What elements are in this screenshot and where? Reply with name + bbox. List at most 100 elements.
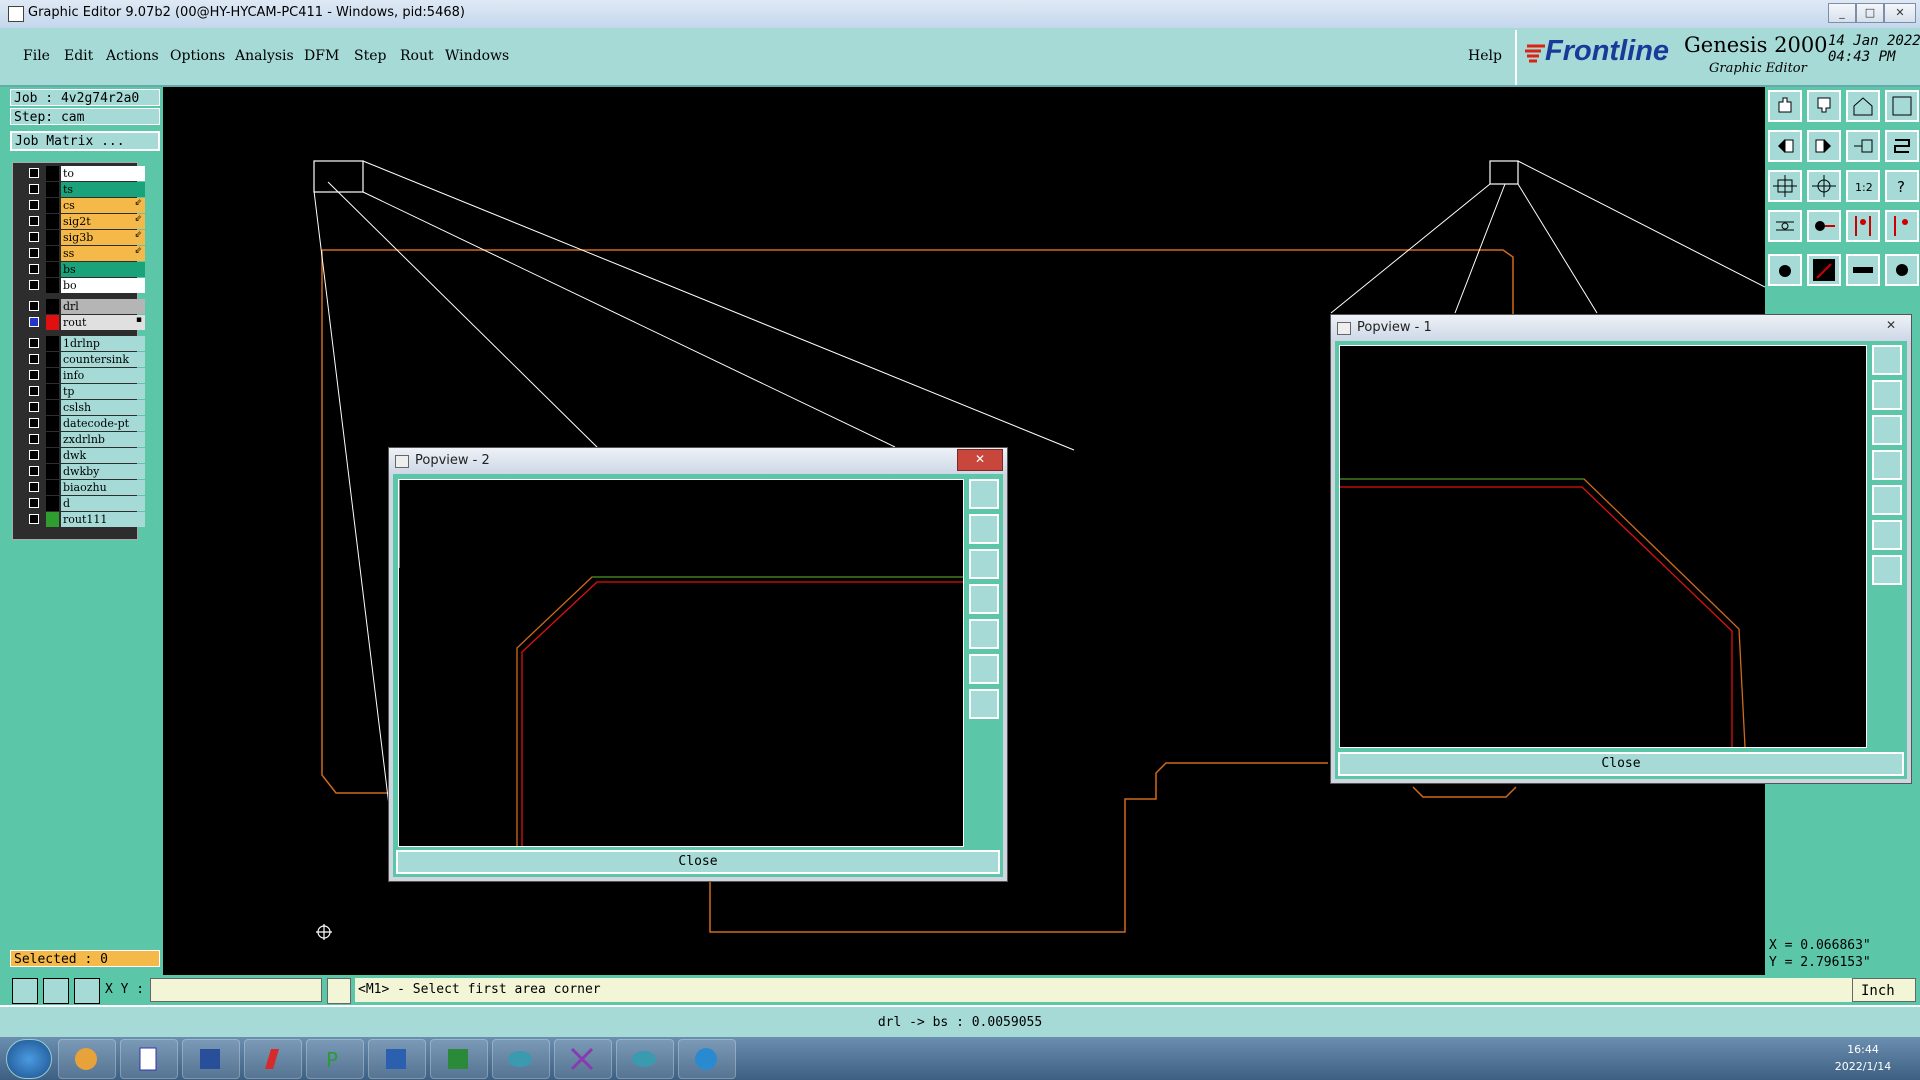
layer-checkbox[interactable] [29,168,39,178]
layer-row-datecode-pt[interactable]: datecode-pt [27,416,145,431]
popview-1-zoom-out-icon[interactable] [1872,555,1902,585]
scale-1-2-icon[interactable]: 1:2 [1846,170,1880,202]
popview-1-close-x-icon[interactable]: ✕ [1877,316,1905,334]
layer-row-ts[interactable]: ts [27,182,145,197]
layer-checkbox[interactable] [29,386,39,396]
minimize-button[interactable]: _ [1828,3,1856,23]
help-query-icon[interactable]: ? [1885,170,1919,202]
taskbar-viewer-icon[interactable] [492,1039,550,1079]
taskbar-excel-icon[interactable] [430,1039,488,1079]
connector-icon[interactable] [1846,254,1880,286]
popview-2-zoom-window-icon[interactable] [969,479,999,509]
layer-checkbox[interactable] [29,280,39,290]
popview-1-pan-right-icon[interactable] [1872,485,1902,515]
menu-options[interactable]: Options [170,48,225,64]
popview-2-close-x-icon[interactable]: ✕ [957,449,1003,471]
taskbar-viewer2-icon[interactable] [616,1039,674,1079]
taskbar-genesis-icon[interactable] [58,1039,116,1079]
job-matrix-button[interactable]: Job Matrix ... [10,131,160,151]
popview-1-zoom-up-icon[interactable] [1872,380,1902,410]
layer-row-dwk[interactable]: dwk [27,448,145,463]
layer-checkbox[interactable] [29,370,39,380]
taskbar-p-app-icon[interactable]: P [306,1039,364,1079]
layer-checkbox[interactable] [29,466,39,476]
house-icon[interactable] [1846,90,1880,122]
popview-2-canvas[interactable] [398,475,964,847]
taskbar-word-icon[interactable] [368,1039,426,1079]
layer-checkbox[interactable] [29,301,39,311]
layer-row-cs[interactable]: cs ⇙ [27,198,145,213]
maximize-button[interactable]: □ [1856,3,1884,23]
layer-row-rout111[interactable]: rout111 [27,512,145,527]
drill-icon[interactable] [1807,254,1841,286]
layer-checkbox[interactable] [29,514,39,524]
popview-1-pan-left-icon[interactable] [1872,450,1902,480]
pan-right-icon[interactable] [1807,130,1841,162]
taskbar-notepad-icon[interactable] [120,1039,178,1079]
start-button-icon[interactable] [6,1039,52,1079]
unit-select[interactable]: Inch [1852,978,1916,1002]
layer-row-d[interactable]: d [27,496,145,511]
popview-1-canvas[interactable] [1339,345,1867,748]
layer-row-tp[interactable]: tp [27,384,145,399]
layer-checkbox[interactable] [29,232,39,242]
taskbar-x-app-icon[interactable] [554,1039,612,1079]
zoom-center-icon[interactable] [1807,170,1841,202]
menu-analysis[interactable]: Analysis [235,48,294,64]
popview-2-close-button[interactable]: Close [396,850,1000,874]
via-icon[interactable] [1885,254,1919,286]
popview-2-pan-left-icon[interactable] [969,584,999,614]
menu-rout[interactable]: Rout [400,48,434,64]
layer-checkbox[interactable] [29,200,39,210]
layer-checkbox[interactable] [29,248,39,258]
popview-2-zoom-up-icon[interactable] [969,514,999,544]
tray-clock[interactable]: 16:44 2022/1/14 [1818,1041,1908,1075]
layer-checkbox[interactable] [29,434,39,444]
measure-icon[interactable] [1768,210,1802,242]
layer-row-1drlnp[interactable]: 1drlnp [27,336,145,351]
panel-icon[interactable] [1885,90,1919,122]
menu-windows[interactable]: Windows [445,48,509,64]
pin-icon[interactable] [1807,210,1841,242]
menu-step[interactable]: Step [354,48,386,64]
layer-row-dwkby[interactable]: dwkby [27,464,145,479]
layer-row-bo[interactable]: bo [27,278,145,293]
layer-row-info[interactable]: info [27,368,145,383]
zoom-home-icon[interactable] [1768,90,1802,122]
layer-checkbox[interactable] [29,264,39,274]
zoom-extents-icon[interactable] [1768,170,1802,202]
popview-2-pan-right-icon[interactable] [969,619,999,649]
layer-row-rout[interactable]: rout ▪ [27,315,145,330]
layer-checkbox[interactable] [29,338,39,348]
layer-row-countersink[interactable]: countersink [27,352,145,367]
menu-dfm[interactable]: DFM [304,48,339,64]
layer-checkbox[interactable] [29,482,39,492]
layer-row-zxdrlnb[interactable]: zxdrlnb [27,432,145,447]
pan-left-icon[interactable] [1768,130,1802,162]
popview-2-zoom-down-icon[interactable] [969,549,999,579]
layer-checkbox[interactable] [29,498,39,508]
zoom-fit-icon[interactable] [1846,130,1880,162]
layer-row-cslsh[interactable]: cslsh [27,400,145,415]
layer-checkbox[interactable] [29,450,39,460]
close-window-button[interactable]: ✕ [1884,3,1916,23]
layer-checkbox[interactable] [29,418,39,428]
popview-1-zoom-down-icon[interactable] [1872,415,1902,445]
grid-tool-icon[interactable] [74,978,100,1004]
layer-row-sig3b[interactable]: sig3b ⇙ [27,230,145,245]
menu-help[interactable]: Help [1468,48,1502,64]
system-tray-icons[interactable] [1665,1045,1815,1071]
popview-1-zoom-window-icon[interactable] [1872,345,1902,375]
layer-checkbox[interactable] [29,402,39,412]
layer-checkbox[interactable] [29,354,39,364]
popview-2-zoom-out-icon[interactable] [969,689,999,719]
pad-icon[interactable] [1768,254,1802,286]
net-compare-icon[interactable] [1885,210,1919,242]
popview-1-close-button[interactable]: Close [1338,752,1904,776]
taskbar-foxit-icon[interactable] [244,1039,302,1079]
layer-checkbox[interactable] [29,184,39,194]
layer-row-to[interactable]: to [27,166,145,181]
layer-row-sig2t[interactable]: sig2t ⇙ [27,214,145,229]
select-tool-icon[interactable] [12,978,38,1004]
layer-row-ss[interactable]: ss ⇙ [27,246,145,261]
